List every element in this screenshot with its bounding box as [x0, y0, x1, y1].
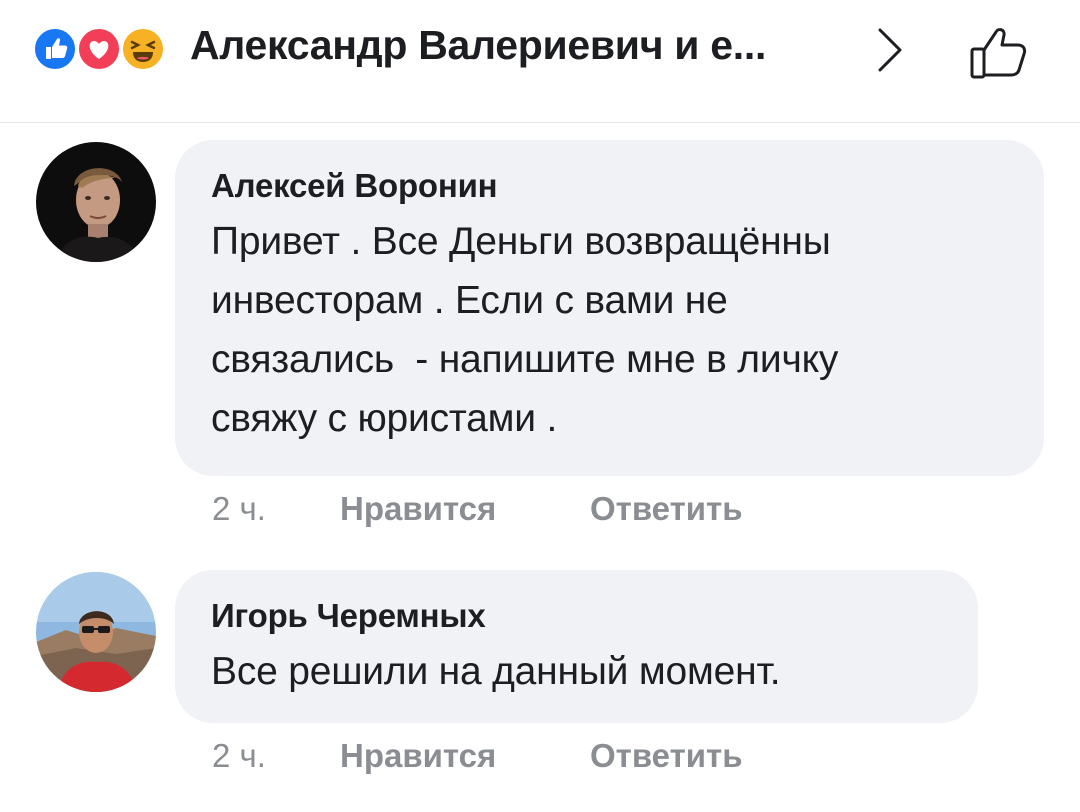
thumbs-up-outline-icon[interactable]	[964, 22, 1034, 82]
avatar[interactable]	[36, 572, 156, 692]
reactors-title[interactable]: Александр Валериевич и е...	[190, 22, 766, 69]
reactions-summary[interactable]	[32, 26, 180, 72]
comment-text: Привет . Все Деньги возвращённы инвестор…	[211, 220, 839, 440]
like-button[interactable]: Нравится	[340, 737, 496, 775]
reply-button[interactable]: Ответить	[590, 490, 743, 528]
reactions-header[interactable]: Александр Валериевич и е...	[0, 0, 1080, 123]
thumbs-up-icon	[32, 26, 78, 72]
laughing-face-icon	[120, 26, 166, 72]
comment-timestamp[interactable]: 2 ч.	[212, 737, 266, 775]
comment-timestamp[interactable]: 2 ч.	[212, 490, 266, 528]
reply-button[interactable]: Ответить	[590, 737, 743, 775]
comment-text: Все решили на данный момент.	[211, 650, 781, 693]
chevron-right-icon[interactable]	[870, 24, 910, 76]
heart-icon	[76, 26, 122, 72]
comment-bubble[interactable]: Алексей Воронин Привет . Все Деньги возв…	[175, 140, 1044, 476]
like-button[interactable]: Нравится	[340, 490, 496, 528]
comment-bubble[interactable]: Игорь Черемных Все решили на данный моме…	[175, 570, 978, 723]
avatar[interactable]	[36, 142, 156, 262]
comment-author[interactable]: Игорь Черемных	[211, 594, 942, 638]
comment-author[interactable]: Алексей Воронин	[211, 164, 1008, 208]
